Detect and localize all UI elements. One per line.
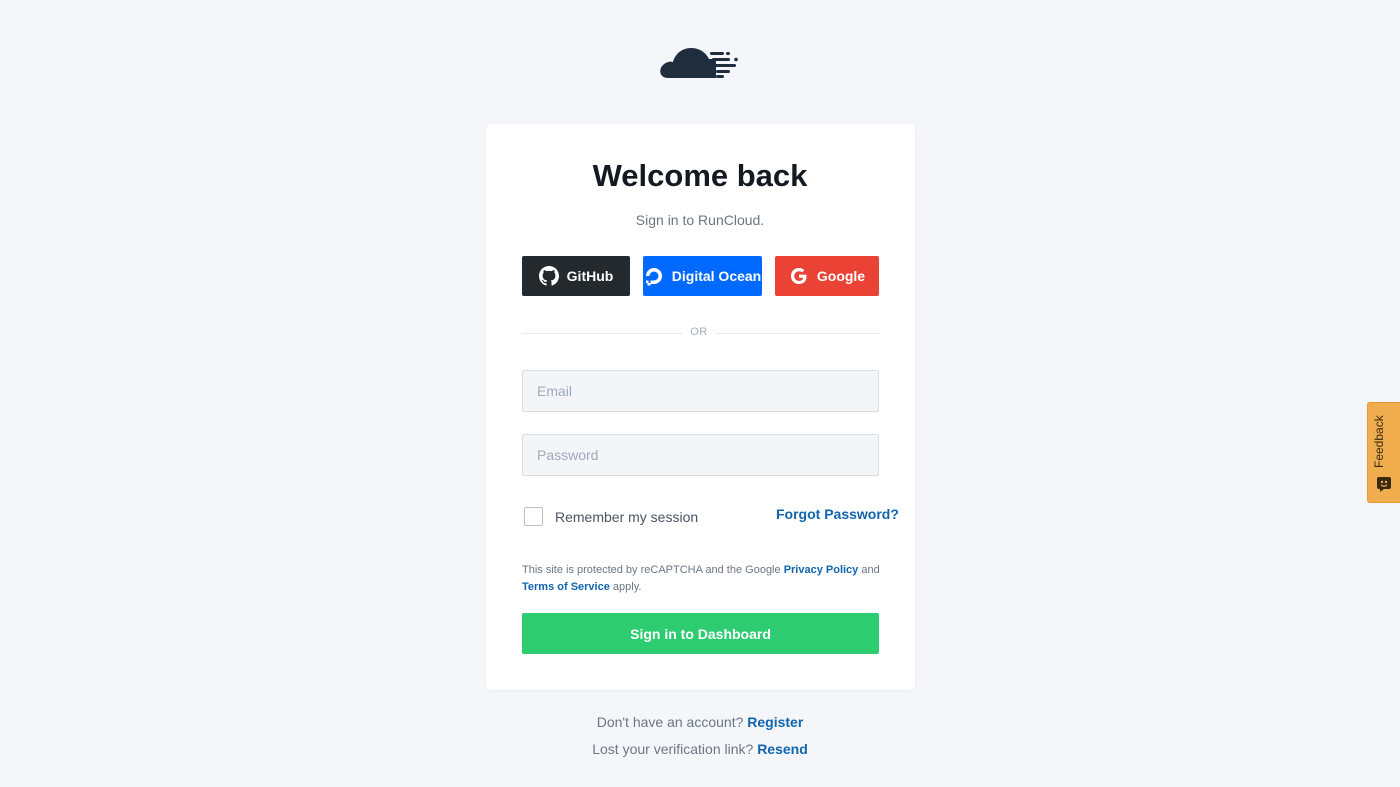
remember-session-toggle[interactable]: Remember my session	[524, 507, 698, 526]
page-subtitle: Sign in to RunCloud.	[635, 212, 765, 228]
email-field[interactable]	[522, 370, 879, 412]
sign-in-button[interactable]: Sign in to Dashboard	[522, 613, 879, 654]
recaptcha-prefix: This site is protected by reCAPTCHA and …	[522, 564, 781, 576]
terms-of-service-link[interactable]: Terms of Service	[522, 581, 610, 593]
github-icon	[538, 266, 559, 286]
divider-line-left	[522, 333, 682, 334]
google-login-button[interactable]: Google	[775, 256, 879, 296]
lost-link-text: Lost your verification link?	[592, 741, 754, 757]
divider-line-right	[716, 333, 879, 334]
remember-checkbox[interactable]	[524, 507, 543, 526]
register-link[interactable]: Register	[747, 714, 803, 730]
github-login-button[interactable]: GitHub	[522, 256, 630, 296]
privacy-policy-link[interactable]: Privacy Policy	[784, 564, 859, 576]
cloud-logo-icon	[658, 42, 742, 82]
digitalocean-icon	[644, 266, 664, 286]
digitalocean-label: Digital Ocean	[671, 268, 762, 284]
recaptcha-notice: This site is protected by reCAPTCHA and …	[522, 562, 882, 596]
register-prompt: Don't have an account? Register	[0, 714, 1400, 730]
divider-or: OR	[690, 326, 708, 338]
feedback-icon	[1376, 476, 1392, 492]
google-icon	[789, 266, 809, 286]
resend-prompt: Lost your verification link? Resend	[0, 741, 1400, 757]
remember-label: Remember my session	[555, 508, 699, 525]
google-label: Google	[816, 268, 866, 284]
recaptcha-and: and	[861, 564, 880, 576]
forgot-password-link[interactable]: Forgot Password?	[776, 506, 899, 522]
no-account-text: Don't have an account?	[596, 714, 744, 730]
github-label: GitHub	[566, 268, 614, 284]
feedback-label: Feedback	[1372, 415, 1386, 469]
password-field[interactable]	[522, 434, 879, 476]
resend-link[interactable]: Resend	[757, 741, 808, 757]
digitalocean-login-button[interactable]: Digital Ocean	[643, 256, 762, 296]
page-title: Welcome back	[592, 158, 808, 193]
feedback-tab[interactable]: Feedback	[1367, 402, 1400, 503]
recaptcha-suffix: apply.	[612, 581, 642, 593]
